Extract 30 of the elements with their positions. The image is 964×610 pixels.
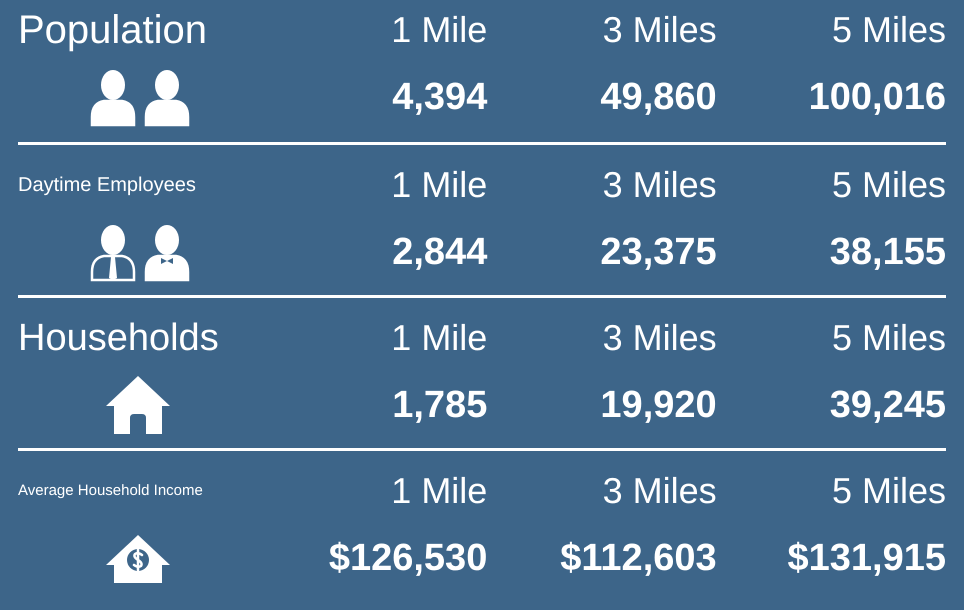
- radius-header: 3 Miles: [602, 316, 717, 360]
- radius-header: 5 Miles: [830, 316, 946, 360]
- section-title: Daytime Employees: [18, 173, 197, 198]
- radius-header: 1 Mile: [390, 8, 488, 52]
- radius-header: 3 Miles: [602, 8, 717, 52]
- radius-header: 1 Mile: [390, 469, 488, 513]
- stat-value: 38,155: [828, 230, 946, 274]
- section-title: Households: [18, 316, 220, 360]
- house-icon: [104, 374, 172, 436]
- radius-header: 5 Miles: [830, 163, 946, 207]
- radius-header: 3 Miles: [602, 469, 717, 513]
- radius-header: 1 Mile: [390, 316, 488, 360]
- radius-header: 5 Miles: [830, 8, 946, 52]
- stat-value: 4,394: [391, 74, 488, 120]
- stat-value: 100,016: [808, 74, 946, 120]
- stat-value: 19,920: [599, 382, 717, 428]
- radius-header: 3 Miles: [602, 163, 717, 207]
- radius-header: 1 Mile: [390, 163, 488, 207]
- radius-header: 5 Miles: [830, 469, 946, 513]
- stat-value: $126,530: [328, 536, 488, 580]
- house-dollar-icon: [104, 533, 172, 583]
- stat-value: 1,785: [391, 382, 488, 428]
- stat-value: 23,375: [599, 230, 717, 274]
- stat-value: $112,603: [559, 536, 717, 580]
- stat-value: 39,245: [828, 382, 946, 428]
- section-title: Average Household Income: [18, 480, 204, 501]
- stat-value: $131,915: [786, 536, 946, 580]
- section-title: Population: [18, 7, 208, 54]
- stat-value: 2,844: [391, 230, 488, 274]
- stat-value: 49,860: [599, 74, 717, 120]
